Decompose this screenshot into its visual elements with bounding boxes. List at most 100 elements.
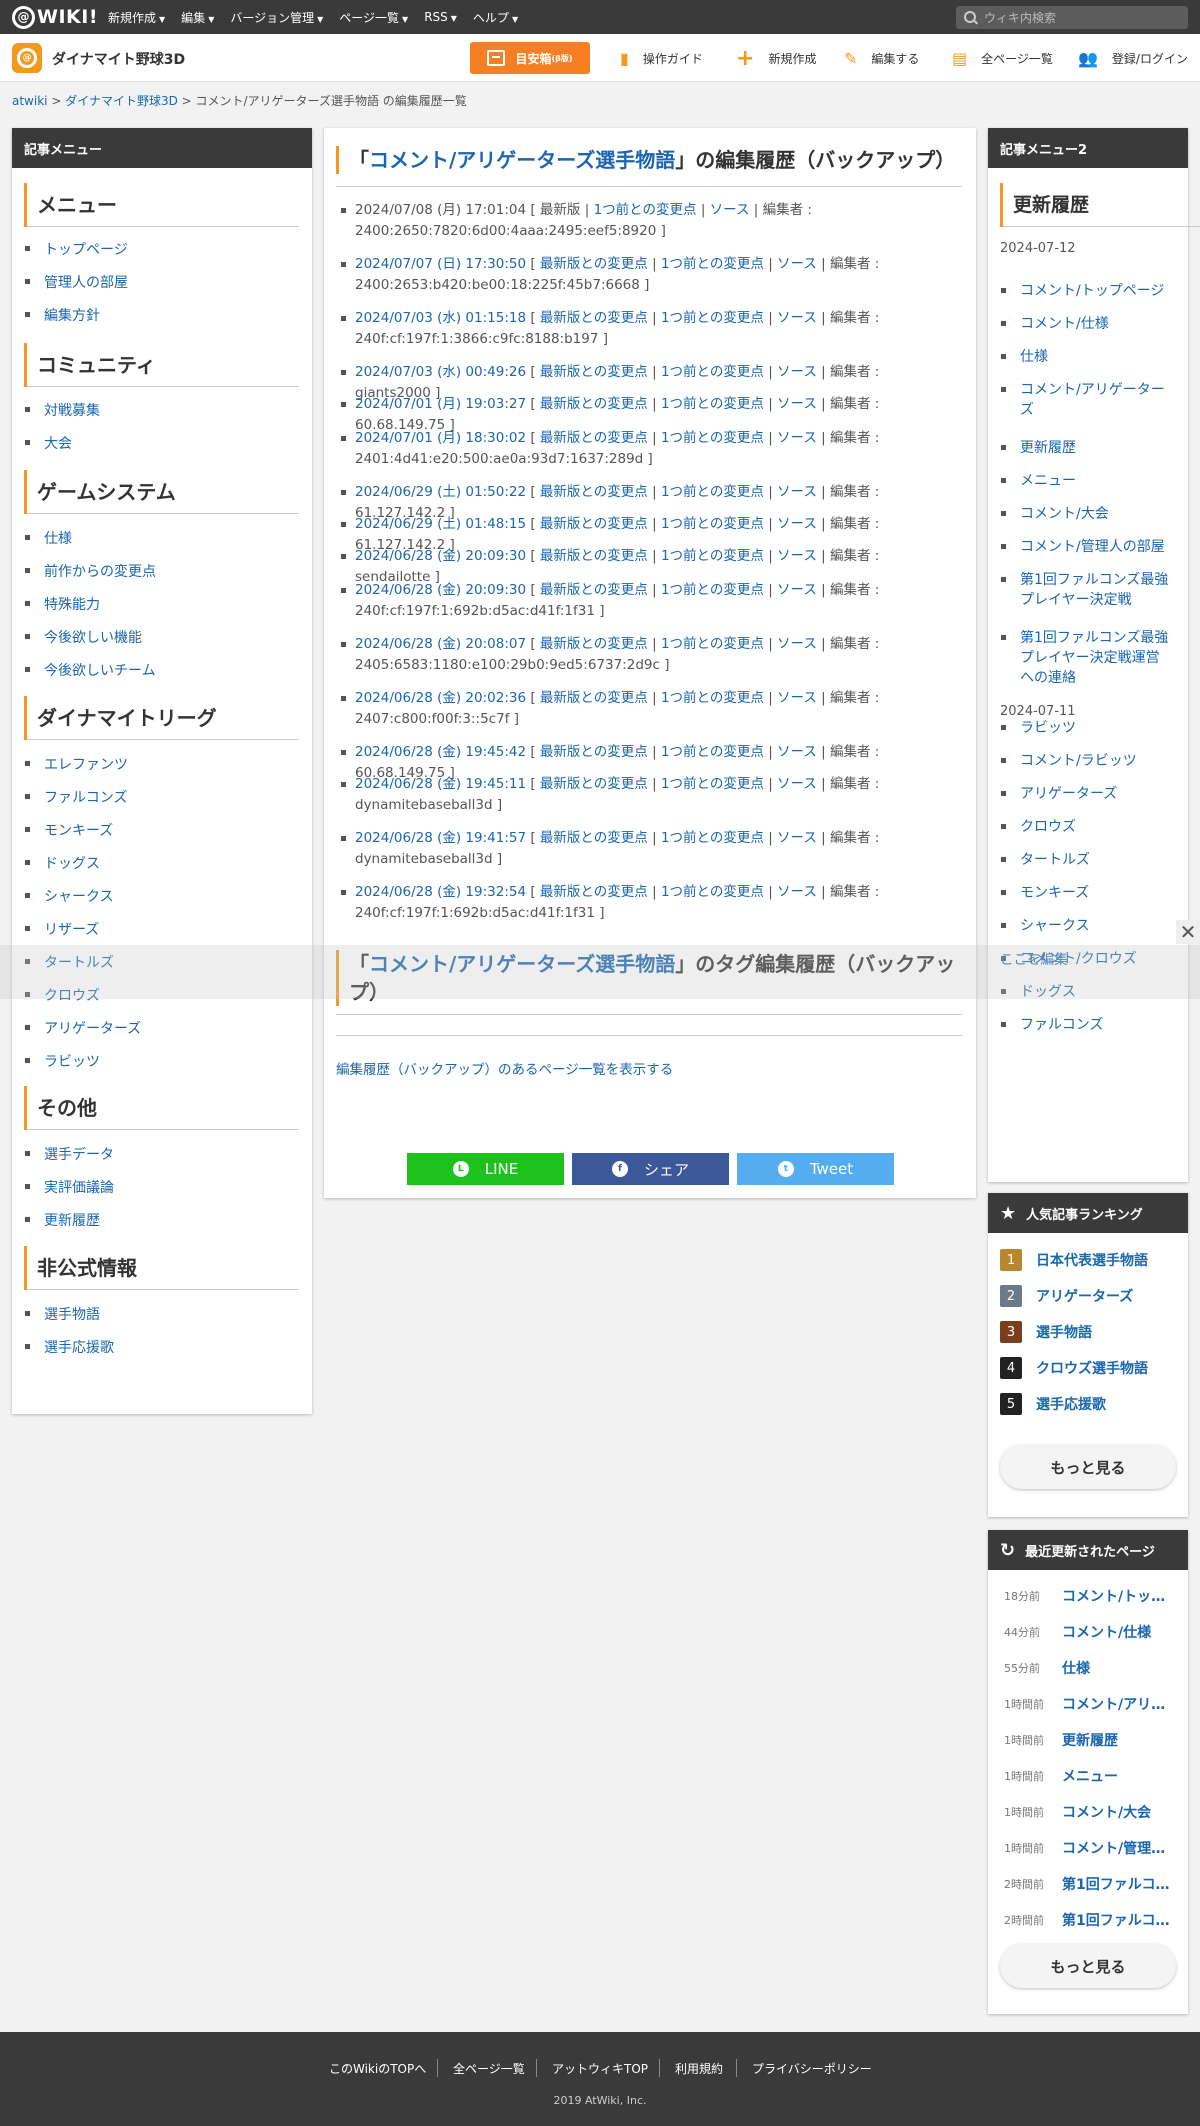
menu-item-rating[interactable]: 実評価議論 — [25, 1177, 114, 1197]
update-item[interactable]: コメント/ラビッツ — [1001, 751, 1170, 771]
menu-rss[interactable]: RSS ▼ — [424, 10, 457, 24]
recent-item[interactable]: 2時間前 第1回ファルコンズ最強プレイヤー決定戦 — [1004, 1874, 1174, 1894]
diff-previous-link[interactable]: 1つ前との変更点 — [661, 484, 764, 500]
menu-item-admin[interactable]: 管理人の部屋 — [25, 272, 128, 292]
source-link[interactable]: ソース — [777, 776, 817, 792]
diff-latest-link[interactable]: 最新版との変更点 — [540, 430, 648, 446]
recent-more-button[interactable]: もっと見る — [1000, 1944, 1176, 1988]
diff-previous-link[interactable]: 1つ前との変更点 — [594, 202, 697, 218]
menu-edit[interactable]: 編集 ▼ — [181, 9, 214, 26]
site-name[interactable]: ダイナマイト野球3D — [52, 49, 185, 69]
recent-item[interactable]: 1時間前 コメント/管理人の部屋 — [1004, 1838, 1174, 1858]
recent-item[interactable]: 18分前 コメント/トップページ — [1004, 1586, 1174, 1606]
diff-previous-link[interactable]: 1つ前との変更点 — [661, 256, 764, 272]
diff-previous-link[interactable]: 1つ前との変更点 — [661, 364, 764, 380]
footer-link-top[interactable]: このWikiのTOPへ — [329, 2060, 426, 2077]
ranking-item[interactable]: 2 アリゲーターズ — [1000, 1285, 1133, 1307]
ranking-item[interactable]: 4 クロウズ選手物語 — [1000, 1357, 1148, 1379]
update-item[interactable]: 仕様 — [1001, 347, 1170, 367]
ranking-item[interactable]: 5 選手応援歌 — [1000, 1393, 1106, 1415]
history-date[interactable]: 2024/07/03 (水) 00:49:26 — [355, 364, 526, 380]
menu-item-wanted-teams[interactable]: 今後欲しいチーム — [25, 660, 156, 680]
history-date[interactable]: 2024/06/28 (金) 19:45:11 — [355, 776, 526, 792]
diff-previous-link[interactable]: 1つ前との変更点 — [661, 396, 764, 412]
recent-item[interactable]: 1時間前 コメント/アリゲーターズ — [1004, 1694, 1174, 1714]
diff-latest-link[interactable]: 最新版との変更点 — [540, 310, 648, 326]
diff-latest-link[interactable]: 最新版との変更点 — [540, 884, 648, 900]
page-title-link[interactable]: コメント/アリゲーターズ選手物語 — [369, 148, 675, 172]
diff-previous-link[interactable]: 1つ前との変更点 — [661, 582, 764, 598]
update-item[interactable]: コメント/管理人の部屋 — [1001, 537, 1170, 557]
history-date[interactable]: 2024/06/28 (金) 20:09:30 — [355, 548, 526, 564]
nav-all-pages[interactable]: ▤ 全ページ一覧 — [952, 34, 1053, 82]
search-input[interactable] — [984, 10, 1174, 25]
source-link[interactable]: ソース — [777, 548, 817, 564]
update-item[interactable]: ラビッツ — [1001, 718, 1170, 738]
recent-item[interactable]: 1時間前 更新履歴 — [1004, 1730, 1174, 1750]
history-date[interactable]: 2024/06/28 (金) 20:09:30 — [355, 582, 526, 598]
twitter-share-button[interactable]: t Tweet — [737, 1153, 894, 1185]
update-item[interactable]: シャークス — [1001, 916, 1170, 936]
source-link[interactable]: ソース — [710, 202, 750, 218]
source-link[interactable]: ソース — [777, 744, 817, 760]
source-link[interactable]: ソース — [777, 364, 817, 380]
diff-previous-link[interactable]: 1つ前との変更点 — [661, 310, 764, 326]
line-share-button[interactable]: L LINE — [407, 1153, 564, 1185]
diff-latest-link[interactable]: 最新版との変更点 — [540, 548, 648, 564]
menu-item-team[interactable]: リザーズ — [24, 919, 99, 939]
menu-item-team[interactable]: モンキーズ — [24, 820, 113, 840]
menu-item-changes[interactable]: 前作からの変更点 — [25, 561, 156, 581]
update-item[interactable]: コメント/トップページ — [1001, 281, 1170, 301]
footer-link-privacy[interactable]: プライバシーポリシー — [752, 2060, 872, 2077]
nav-edit[interactable]: ✎ 編集する — [844, 34, 919, 82]
diff-previous-link[interactable]: 1つ前との変更点 — [661, 548, 764, 564]
history-date[interactable]: 2024/07/01 (月) 19:03:27 — [355, 396, 526, 412]
mokuji-button[interactable]: 目安箱 (β版) — [470, 42, 590, 74]
diff-previous-link[interactable]: 1つ前との変更点 — [661, 830, 764, 846]
update-item[interactable]: モンキーズ — [1001, 883, 1170, 903]
history-date[interactable]: 2024/07/01 (月) 18:30:02 — [355, 430, 526, 446]
source-link[interactable]: ソース — [777, 636, 817, 652]
update-item[interactable]: タートルズ — [1001, 850, 1170, 870]
recent-item[interactable]: 1時間前 コメント/大会 — [1004, 1802, 1174, 1822]
update-item[interactable]: コメント/仕様 — [1001, 314, 1170, 334]
update-item[interactable]: ファルコンズ — [1001, 1015, 1170, 1035]
atwiki-logo[interactable]: @ WIKI! — [12, 5, 98, 29]
diff-previous-link[interactable]: 1つ前との変更点 — [661, 884, 764, 900]
diff-previous-link[interactable]: 1つ前との変更点 — [661, 744, 764, 760]
nav-guide[interactable]: ▮ 操作ガイド — [620, 34, 703, 82]
site-logo-icon[interactable]: @ — [12, 43, 42, 73]
menu-item-abilities[interactable]: 特殊能力 — [25, 594, 100, 614]
menu-item-team[interactable]: ラビッツ — [25, 1051, 100, 1071]
footer-link-atwiki-top[interactable]: アットウィキTOP — [552, 2060, 648, 2077]
close-icon[interactable]: ✕ — [1176, 920, 1200, 944]
source-link[interactable]: ソース — [777, 830, 817, 846]
menu-item-history[interactable]: 更新履歴 — [25, 1210, 100, 1230]
update-item[interactable]: 更新履歴 — [1001, 438, 1170, 458]
menu-new[interactable]: 新規作成 ▼ — [108, 9, 165, 26]
diff-latest-link[interactable]: 最新版との変更点 — [540, 364, 648, 380]
history-date[interactable]: 2024/07/07 (日) 17:30:50 — [355, 256, 526, 272]
diff-previous-link[interactable]: 1つ前との変更点 — [661, 776, 764, 792]
menu-help[interactable]: ヘルプ ▼ — [473, 9, 518, 26]
diff-latest-link[interactable]: 最新版との変更点 — [540, 516, 648, 532]
update-item[interactable]: 第1回ファルコンズ最強プレイヤー決定戦 — [1001, 570, 1170, 610]
menu-pages[interactable]: ページ一覧 ▼ — [339, 9, 408, 26]
ranking-item[interactable]: 3 選手物語 — [1000, 1321, 1092, 1343]
diff-latest-link[interactable]: 最新版との変更点 — [540, 744, 648, 760]
menu-item-team[interactable]: ドッグス — [25, 853, 100, 873]
history-date[interactable]: 2024/06/29 (土) 01:48:15 — [355, 516, 526, 532]
menu-item-policy[interactable]: 編集方針 — [25, 305, 100, 325]
menu-item-team[interactable]: シャークス — [25, 886, 114, 906]
menu-item-tournament[interactable]: 大会 — [25, 433, 72, 453]
source-link[interactable]: ソース — [777, 884, 817, 900]
menu-item-team[interactable]: ファルコンズ — [24, 787, 127, 807]
diff-previous-link[interactable]: 1つ前との変更点 — [661, 516, 764, 532]
menu-item-top[interactable]: トップページ — [25, 239, 128, 259]
recent-item[interactable]: 55分前 仕様 — [1004, 1658, 1174, 1678]
footer-link-terms[interactable]: 利用規約 — [675, 2060, 723, 2077]
menu-item-wanted-features[interactable]: 今後欲しい機能 — [25, 627, 142, 647]
update-item[interactable]: メニュー — [1001, 471, 1170, 491]
source-link[interactable]: ソース — [777, 484, 817, 500]
diff-previous-link[interactable]: 1つ前との変更点 — [661, 636, 764, 652]
